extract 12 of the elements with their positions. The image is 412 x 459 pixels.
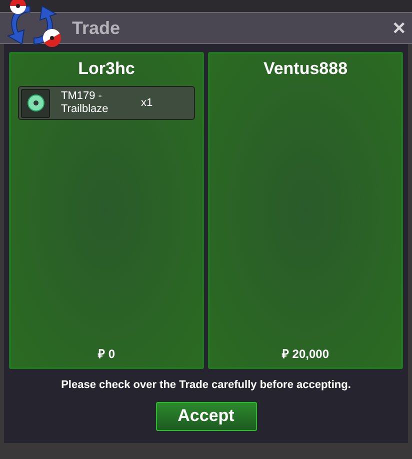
player-name: Lor3hc [77,58,136,80]
money-amount: ₽ 0 [96,346,116,363]
disc-icon [26,94,44,112]
item-name: TM179 - Trailblaze [61,90,110,116]
money-amount: ₽ 20,000 [280,346,330,363]
window-title: Trade [72,16,120,40]
item-quantity: x1 [141,96,153,111]
player-name: Ventus888 [262,58,349,80]
notice-text: Please check over the Trade carefully before accepting. [60,378,352,393]
accept-button[interactable]: Accept [156,402,256,430]
trade-item[interactable]: TM179 - Trailblaze x1 [18,86,195,120]
close-button[interactable]: ✕ [392,20,406,36]
